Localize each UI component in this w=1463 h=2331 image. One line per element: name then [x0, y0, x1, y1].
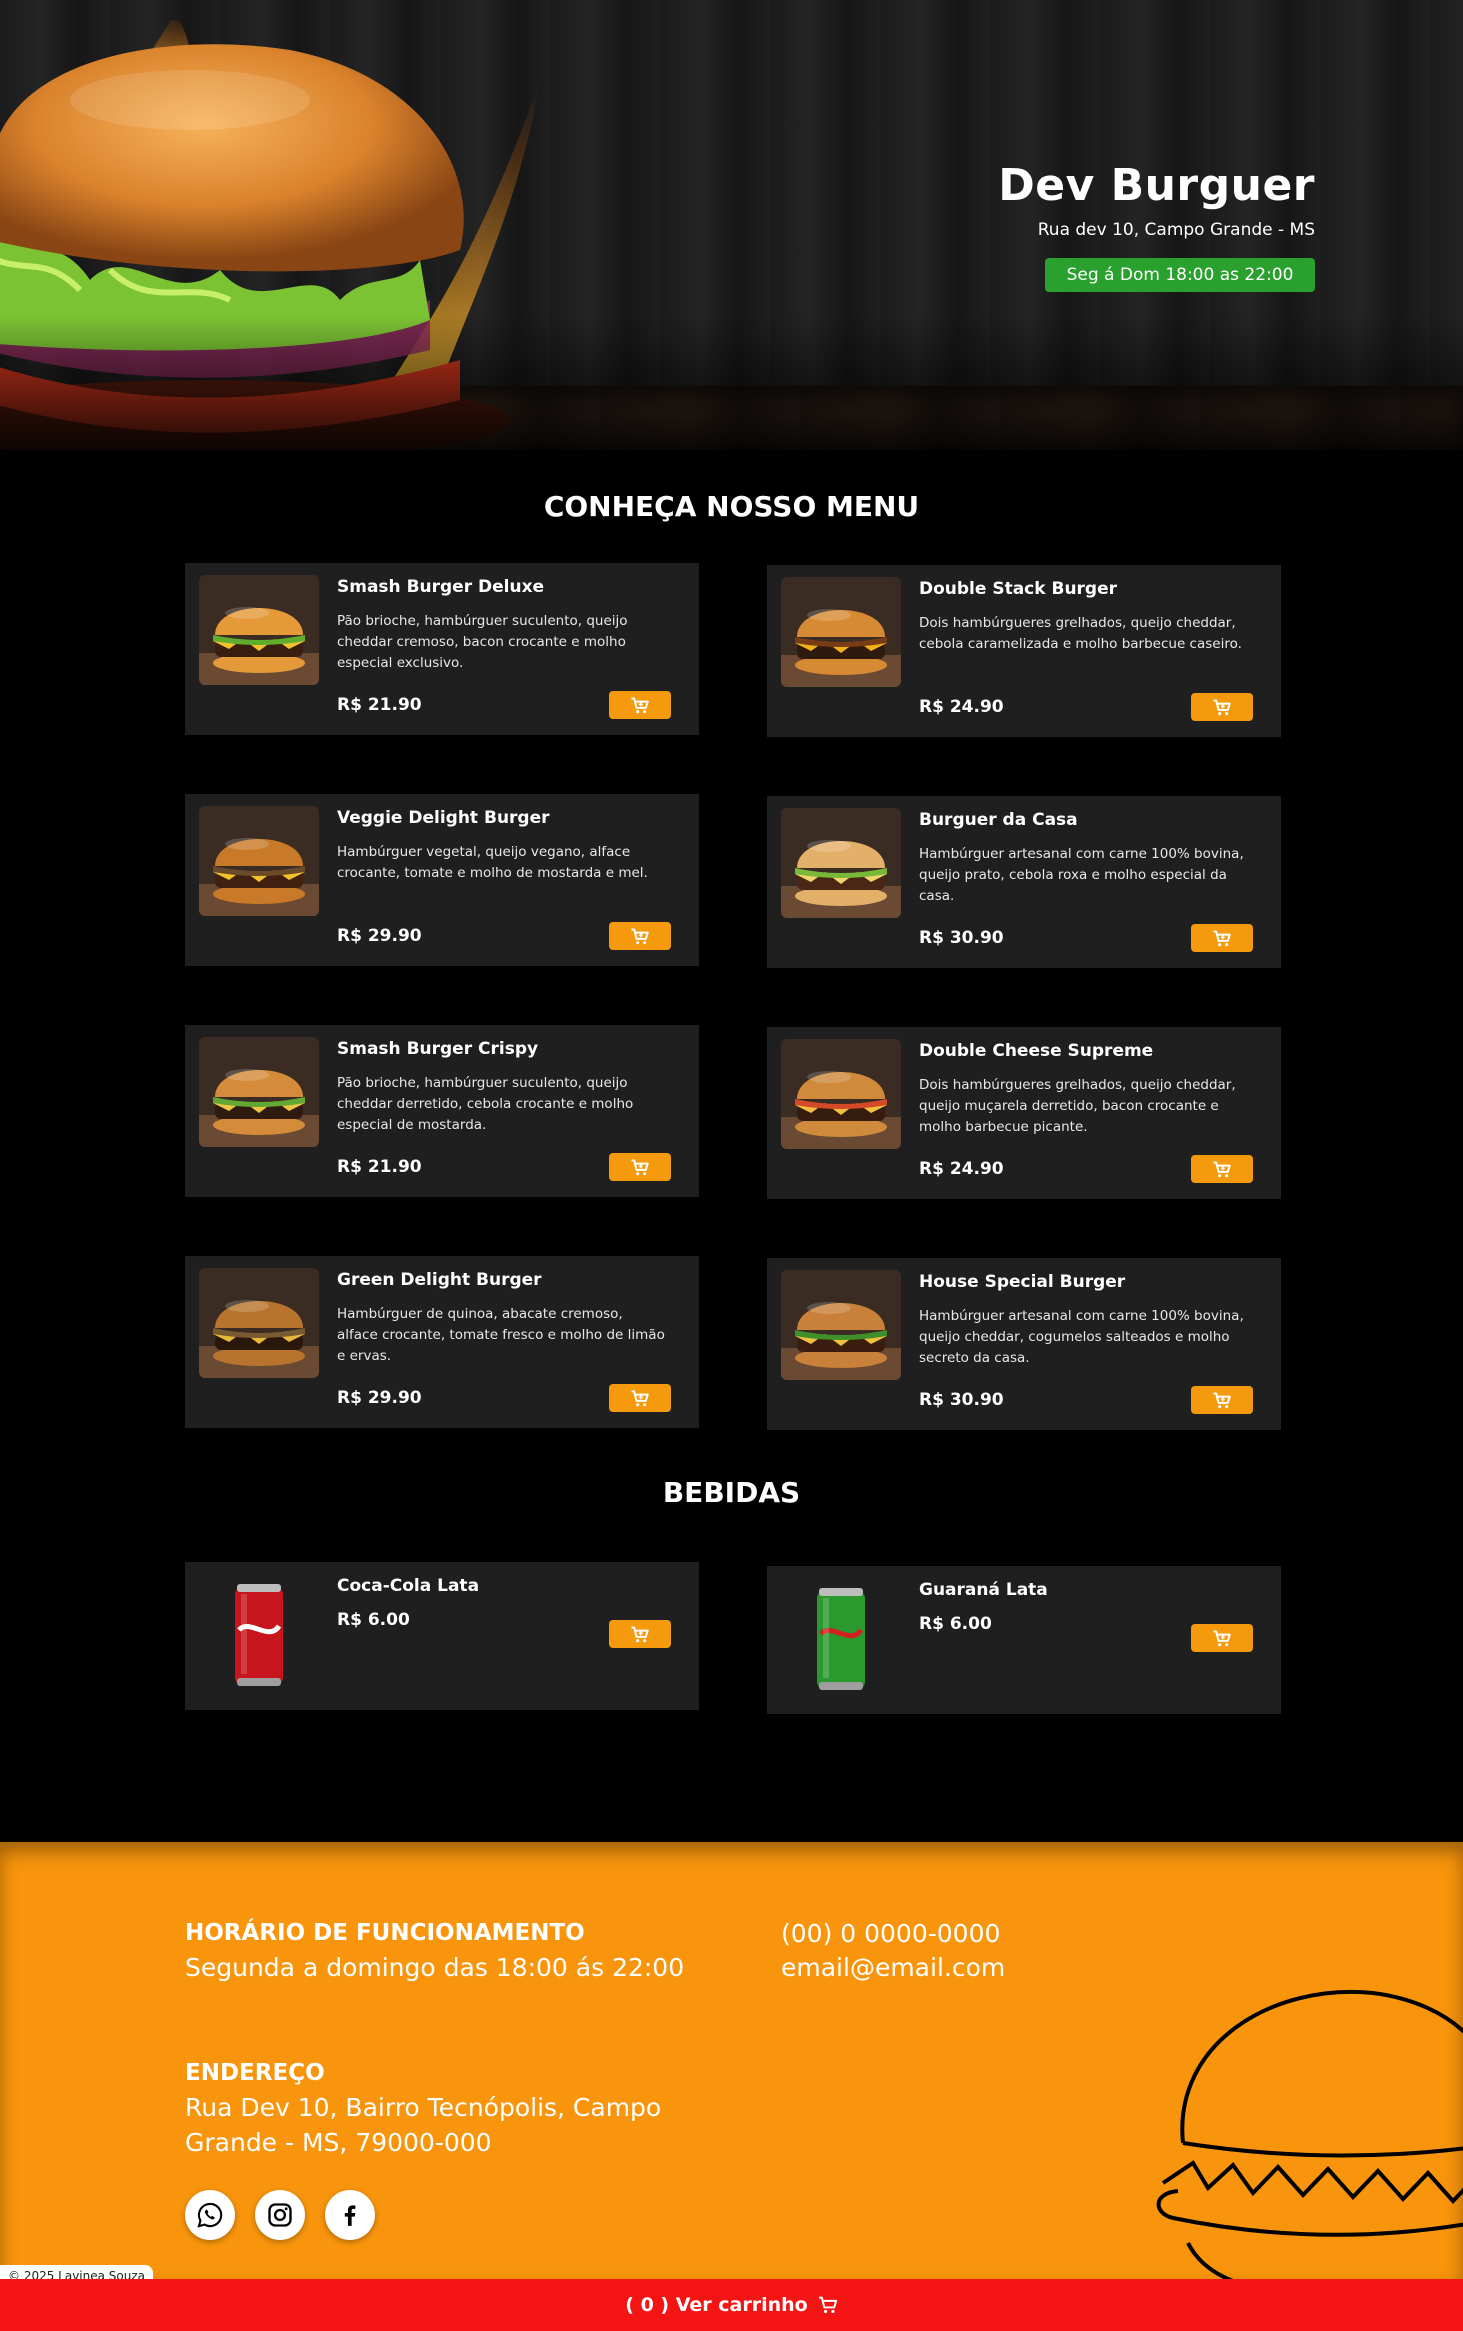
drink-item-price: R$ 6.00 — [919, 1614, 992, 1634]
soda-can-photo — [781, 1578, 901, 1698]
menu-item-name: Green Delight Burger — [337, 1270, 542, 1290]
menu-item-card: Smash Burger Deluxe Pão brioche, hambúrgu… — [185, 563, 699, 735]
facebook-icon — [344, 2205, 356, 2226]
burger-photo — [199, 806, 319, 916]
menu-item-price: R$ 21.90 — [337, 1157, 422, 1177]
menu-item-price: R$ 30.90 — [919, 928, 1004, 948]
add-to-cart-button[interactable] — [609, 691, 671, 719]
view-cart-button[interactable]: ( 0 ) Ver carrinho — [0, 2279, 1463, 2331]
menu-item-price: R$ 29.90 — [337, 926, 422, 946]
menu-item-price: R$ 21.90 — [337, 695, 422, 715]
menu-item-description: Dois hambúrgueres grelhados, queijo ched… — [919, 615, 1242, 652]
menu-item-name: Veggie Delight Burger — [337, 808, 550, 828]
burger-photo — [781, 577, 901, 687]
menu-item-card: Veggie Delight Burger Hambúrguer vegetal,… — [185, 794, 699, 966]
add-to-cart-button[interactable] — [1191, 1155, 1253, 1183]
menu-item-name: Burguer da Casa — [919, 810, 1078, 830]
add-to-cart-icon — [1213, 1392, 1231, 1408]
menu-item-card: Smash Burger Crispy Pão brioche, hambúrgu… — [185, 1025, 699, 1197]
burger-photo — [199, 575, 319, 685]
address-line-2: Grande - MS, 79000-000 — [185, 2128, 492, 2157]
burger-photo — [199, 1268, 319, 1378]
address-line-1: Rua Dev 10, Bairro Tecnópolis, Campo — [185, 2093, 662, 2122]
menu-item-description: Hambúrguer artesanal com carne 100% bovi… — [919, 846, 1244, 904]
menu-item-price: R$ 24.90 — [919, 697, 1004, 717]
menu-title: CONHEÇA NOSSO MENU — [543, 490, 920, 523]
add-to-cart-icon — [1213, 1630, 1231, 1646]
instagram-icon — [268, 2203, 292, 2227]
burger-photo — [199, 1037, 319, 1147]
hours-text: Segunda a domingo das 18:00 ás 22:00 — [185, 1953, 685, 1982]
burger-photo — [781, 1039, 901, 1149]
phone-number: (00) 0 0000-0000 — [781, 1919, 1001, 1948]
drinks-title: BEBIDAS — [662, 1476, 801, 1509]
opening-hours-badge: Seg á Dom 18:00 as 22:00 — [1045, 258, 1315, 292]
cart-icon — [818, 2296, 837, 2314]
menu-item-card: Double Stack Burger Dois hambúrgueres gre… — [767, 565, 1281, 737]
burger-photo — [781, 1270, 901, 1380]
hours-heading: HORÁRIO DE FUNCIONAMENTO — [185, 1920, 585, 1946]
add-to-cart-button[interactable] — [1191, 1624, 1253, 1652]
menu-item-name: Smash Burger Deluxe — [337, 577, 545, 597]
burger-outline-illustration — [1156, 1989, 1463, 2279]
menu-item-description: Pão brioche, hambúrguer suculento, queij… — [337, 1075, 634, 1133]
menu-item-name: House Special Burger — [919, 1272, 1126, 1292]
drink-item-card: Coca-Cola Lata R$ 6.00 — [185, 1562, 699, 1710]
add-to-cart-icon — [1213, 699, 1231, 715]
restaurant-address: Rua dev 10, Campo Grande - MS — [1037, 220, 1315, 240]
whatsapp-icon — [197, 2202, 223, 2228]
add-to-cart-button[interactable] — [609, 1153, 671, 1181]
menu-item-card: Green Delight Burger Hambúrguer de quinoa… — [185, 1256, 699, 1428]
menu-item-price: R$ 29.90 — [337, 1388, 422, 1408]
add-to-cart-icon — [631, 697, 649, 713]
hero-banner: Dev Burguer Rua dev 10, Campo Grande - M… — [0, 0, 1463, 450]
add-to-cart-icon — [631, 1390, 649, 1406]
menu-item-description: Hambúrguer artesanal com carne 100% bovi… — [919, 1308, 1244, 1366]
menu-item-name: Double Cheese Supreme — [919, 1041, 1154, 1061]
menu-item-name: Double Stack Burger — [919, 579, 1118, 599]
add-to-cart-button[interactable] — [609, 1620, 671, 1648]
menu-item-card: House Special Burger Hambúrguer artesanal… — [767, 1258, 1281, 1430]
facebook-link[interactable] — [325, 2190, 375, 2240]
add-to-cart-button[interactable] — [1191, 924, 1253, 952]
menu-item-card: Double Cheese Supreme Dois hambúrgueres g… — [767, 1027, 1281, 1199]
menu-item-description: Hambúrguer de quinoa, abacate cremoso, a… — [337, 1306, 665, 1364]
address-heading: ENDEREÇO — [185, 2060, 325, 2086]
add-to-cart-icon — [631, 1626, 649, 1642]
add-to-cart-icon — [1213, 1161, 1231, 1177]
drink-item-name: Guaraná Lata — [919, 1580, 1048, 1600]
menu-item-price: R$ 30.90 — [919, 1390, 1004, 1410]
menu-item-price: R$ 24.90 — [919, 1159, 1004, 1179]
soda-can-photo — [199, 1574, 319, 1694]
add-to-cart-button[interactable] — [1191, 1386, 1253, 1414]
menu-item-description: Pão brioche, hambúrguer suculento, queij… — [337, 613, 628, 671]
instagram-link[interactable] — [255, 2190, 305, 2240]
brand-block: Dev Burguer Rua dev 10, Campo Grande - M… — [998, 158, 1315, 292]
add-to-cart-button[interactable] — [1191, 693, 1253, 721]
menu-item-description: Hambúrguer vegetal, queijo vegano, alfac… — [337, 844, 648, 881]
drink-item-price: R$ 6.00 — [337, 1610, 410, 1630]
restaurant-name: Dev Burguer — [998, 160, 1315, 211]
add-to-cart-icon — [1213, 930, 1231, 946]
add-to-cart-button[interactable] — [609, 922, 671, 950]
drink-item-name: Coca-Cola Lata — [337, 1576, 480, 1596]
burger-photo — [781, 808, 901, 918]
footer: HORÁRIO DE FUNCIONAMENTO Segunda a domin… — [0, 1842, 1463, 2279]
add-to-cart-icon — [631, 1159, 649, 1175]
menu-item-description: Dois hambúrgueres grelhados, queijo ched… — [919, 1077, 1236, 1135]
menu-item-name: Smash Burger Crispy — [337, 1039, 539, 1059]
view-cart-label: ( 0 ) Ver carrinho — [625, 2294, 808, 2316]
whatsapp-link[interactable] — [185, 2190, 235, 2240]
drink-item-card: Guaraná Lata R$ 6.00 — [767, 1566, 1281, 1714]
add-to-cart-icon — [631, 928, 649, 944]
menu-item-card: Burguer da Casa Hambúrguer artesanal com … — [767, 796, 1281, 968]
email-address: email@email.com — [781, 1953, 1006, 1982]
add-to-cart-button[interactable] — [609, 1384, 671, 1412]
